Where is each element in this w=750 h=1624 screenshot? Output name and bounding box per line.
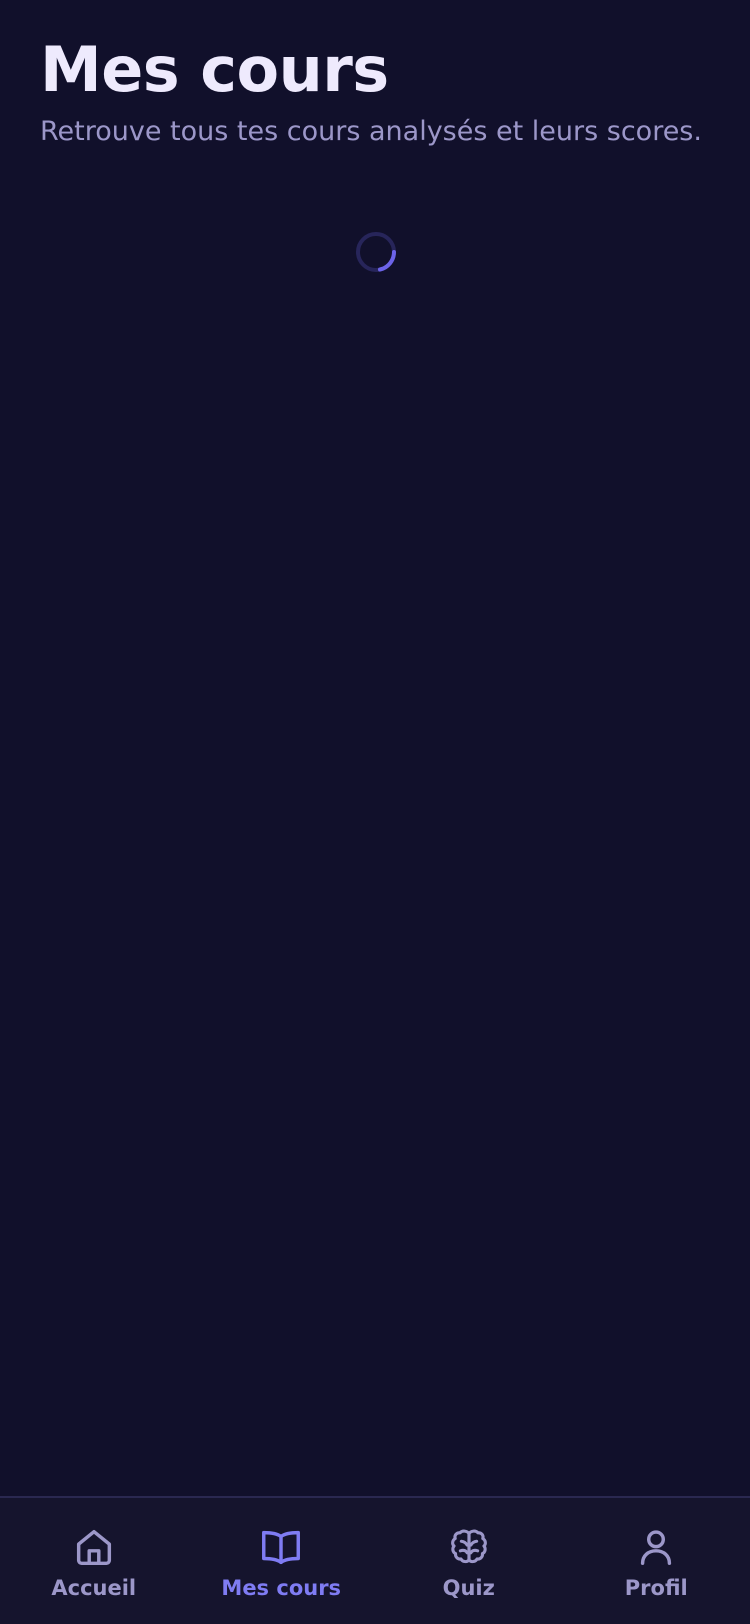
tab-label: Profil [624,1576,688,1600]
page-title: Mes cours [40,33,389,106]
brain-icon [450,1529,487,1564]
tab-quiz[interactable]: Quiz [375,1498,563,1624]
user-icon [641,1530,672,1566]
home-icon [76,1529,111,1566]
screen: Mes cours Retrouve tous tes cours analys… [0,0,750,1624]
book-open-icon [262,1530,301,1565]
tab-profil[interactable]: Profil [563,1498,750,1624]
bottom-tab-bar: Accueil Mes cours Quiz Profil [0,1496,750,1624]
tab-label: Accueil [51,1576,137,1600]
tab-label: Mes cours [221,1576,342,1600]
page-subtitle: Retrouve tous tes cours analysés et leur… [40,116,702,147]
tab-accueil[interactable]: Accueil [0,1498,188,1624]
page-header: Mes cours Retrouve tous tes cours analys… [40,30,720,152]
tab-mes-cours[interactable]: Mes cours [188,1498,376,1624]
tab-label: Quiz [442,1576,495,1600]
loading-spinner-icon [356,232,396,272]
